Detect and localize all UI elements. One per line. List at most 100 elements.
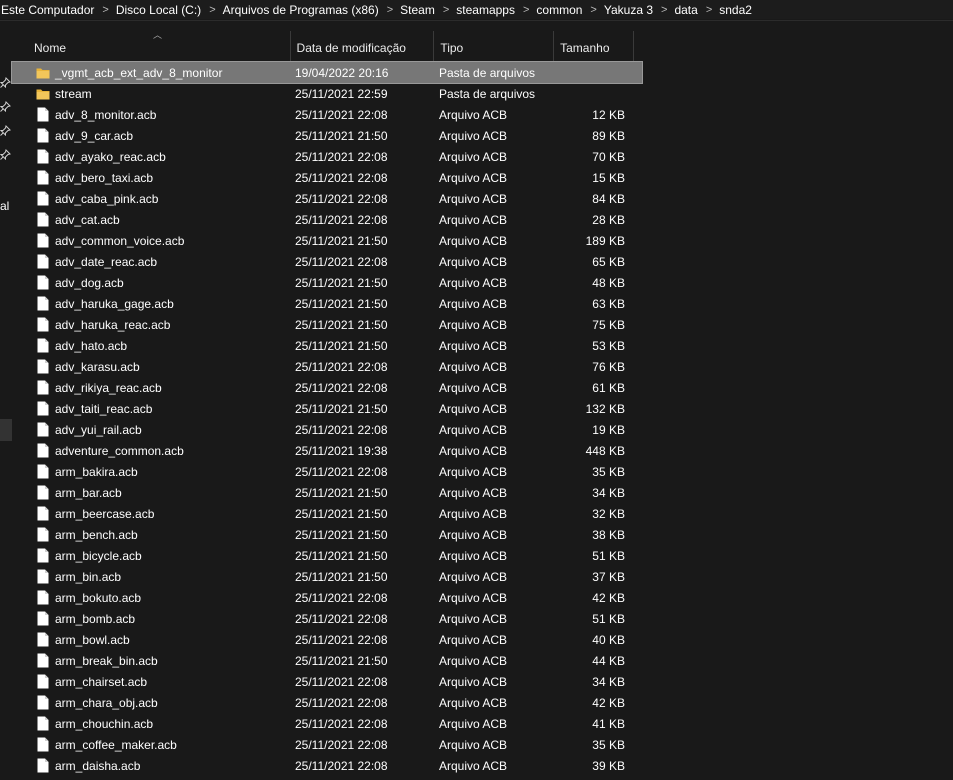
breadcrumb-separator[interactable]: > bbox=[654, 4, 674, 16]
column-date[interactable]: Data de modificação bbox=[291, 31, 435, 64]
table-row[interactable]: arm_bicycle.acb 25/11/2021 21:50 Arquivo A… bbox=[12, 545, 642, 566]
file-name: adv_haruka_reac.acb bbox=[12, 318, 291, 332]
table-row[interactable]: adv_yui_rail.acb 25/11/2021 22:08 Arquivo … bbox=[12, 419, 642, 440]
file-name-text: adv_rikiya_reac.acb bbox=[55, 380, 162, 395]
breadcrumb-separator[interactable]: > bbox=[583, 4, 603, 16]
table-row[interactable]: arm_chara_obj.acb 25/11/2021 22:08 Arquivo… bbox=[12, 692, 642, 713]
column-type-label: Tipo bbox=[440, 40, 464, 55]
breadcrumb[interactable]: Este Computador > Disco Local (C:) > Arquivo… bbox=[0, 0, 953, 19]
table-row[interactable]: arm_coffee_maker.acb 25/11/2021 22:08 Arqu… bbox=[12, 734, 642, 755]
table-row[interactable]: adv_dog.acb 25/11/2021 21:50 Arquivo ACB 48… bbox=[12, 272, 642, 293]
column-name[interactable]: ︿ Nome bbox=[12, 30, 291, 64]
column-header: ︿ Nome Data de modificação Tipo Tamanho bbox=[12, 30, 634, 64]
file-name: adventure_common.acb bbox=[12, 444, 291, 458]
table-row[interactable]: adv_taiti_reac.acb 25/11/2021 21:50 Arquiv… bbox=[12, 398, 642, 419]
file-date: 25/11/2021 22:08 bbox=[291, 465, 435, 479]
table-row[interactable]: arm_bowl.acb 25/11/2021 22:08 Arquivo ACB 4… bbox=[12, 629, 642, 650]
breadcrumb-item[interactable]: data bbox=[674, 3, 698, 17]
file-name-text: adv_caba_pink.acb bbox=[55, 191, 159, 206]
file-name-text: adv_karasu.acb bbox=[55, 359, 140, 374]
pin-icon[interactable] bbox=[0, 77, 11, 88]
folder-row[interactable]: _vgmt_acb_ext_adv_8_monitor 19/04/2022 20… bbox=[11, 61, 643, 84]
table-row[interactable]: adv_ayako_reac.acb 25/11/2021 22:08 Arquiv… bbox=[12, 146, 642, 167]
file-name: adv_haruka_gage.acb bbox=[12, 297, 291, 311]
breadcrumb-separator[interactable]: > bbox=[436, 4, 456, 16]
breadcrumb-item[interactable]: Disco Local (C:) bbox=[116, 3, 202, 17]
nav-selected-item[interactable] bbox=[0, 419, 12, 441]
file-type: Arquivo ACB bbox=[435, 213, 555, 227]
table-row[interactable]: arm_bokuto.acb 25/11/2021 22:08 Arquivo AC… bbox=[12, 587, 642, 608]
breadcrumb-item[interactable]: steamapps bbox=[456, 3, 516, 17]
breadcrumb-separator[interactable]: > bbox=[202, 4, 222, 16]
navigation-pane[interactable]: al bbox=[0, 21, 12, 780]
table-row[interactable]: arm_bomb.acb 25/11/2021 22:08 Arquivo ACB 5… bbox=[12, 608, 642, 629]
column-size[interactable]: Tamanho bbox=[554, 31, 634, 64]
table-row[interactable]: arm_break_bin.acb 25/11/2021 21:50 Arquivo… bbox=[12, 650, 642, 671]
file-size-text: 42 KB bbox=[592, 695, 625, 710]
file-list[interactable]: _vgmt_acb_ext_adv_8_monitor 19/04/2022 20… bbox=[11, 61, 643, 776]
table-row[interactable]: arm_beercase.acb 25/11/2021 21:50 Arquivo … bbox=[12, 503, 642, 524]
table-row[interactable]: arm_bin.acb 25/11/2021 21:50 Arquivo ACB 37… bbox=[12, 566, 642, 587]
file-icon bbox=[37, 653, 49, 668]
table-row[interactable]: adv_common_voice.acb 25/11/2021 21:50 Arqu… bbox=[12, 230, 642, 251]
file-date: 25/11/2021 22:08 bbox=[291, 738, 435, 752]
file-name: arm_bin.acb bbox=[12, 570, 291, 584]
breadcrumb-separator[interactable]: > bbox=[95, 4, 115, 16]
file-size: 48 KB bbox=[555, 276, 625, 290]
breadcrumb-item[interactable]: snda2 bbox=[719, 3, 753, 17]
pin-icon[interactable] bbox=[0, 125, 11, 136]
breadcrumb-separator[interactable]: > bbox=[380, 4, 400, 16]
breadcrumb-separator[interactable]: > bbox=[516, 4, 536, 16]
folder-row[interactable]: stream 25/11/2021 22:59 Pasta de arquivos bbox=[12, 83, 642, 104]
breadcrumb-item[interactable]: Yakuza 3 bbox=[604, 3, 654, 17]
table-row[interactable]: arm_bakira.acb 25/11/2021 22:08 Arquivo AC… bbox=[12, 461, 642, 482]
file-icon bbox=[37, 338, 49, 353]
file-name-text: stream bbox=[55, 86, 92, 101]
file-date-text: 25/11/2021 22:08 bbox=[295, 149, 388, 164]
file-type: Arquivo ACB bbox=[435, 675, 555, 689]
table-row[interactable]: arm_daisha.acb 25/11/2021 22:08 Arquivo AC… bbox=[12, 755, 642, 776]
file-size-text: 34 KB bbox=[592, 674, 625, 689]
file-date-text: 25/11/2021 21:50 bbox=[295, 485, 388, 500]
table-row[interactable]: arm_bench.acb 25/11/2021 21:50 Arquivo ACB… bbox=[12, 524, 642, 545]
pin-icon[interactable] bbox=[0, 149, 11, 160]
file-name-text: adv_bero_taxi.acb bbox=[55, 170, 154, 185]
file-name-text: arm_bicycle.acb bbox=[55, 548, 142, 563]
file-type-text: Arquivo ACB bbox=[439, 590, 508, 605]
table-row[interactable]: adv_cat.acb 25/11/2021 22:08 Arquivo ACB 28… bbox=[12, 209, 642, 230]
nav-item-label[interactable]: al bbox=[0, 199, 9, 213]
file-date: 25/11/2021 22:08 bbox=[291, 591, 435, 605]
table-row[interactable]: adv_haruka_gage.acb 25/11/2021 21:50 Arqui… bbox=[12, 293, 642, 314]
file-name: arm_chouchin.acb bbox=[12, 717, 291, 731]
table-row[interactable]: adv_rikiya_reac.acb 25/11/2021 22:08 Arqui… bbox=[12, 377, 642, 398]
table-row[interactable]: adv_date_reac.acb 25/11/2021 22:08 Arquivo… bbox=[12, 251, 642, 272]
breadcrumb-item[interactable]: Steam bbox=[400, 3, 436, 17]
table-row[interactable]: arm_bar.acb 25/11/2021 21:50 Arquivo ACB 34… bbox=[12, 482, 642, 503]
file-type: Arquivo ACB bbox=[435, 633, 555, 647]
file-type: Arquivo ACB bbox=[435, 318, 555, 332]
file-icon bbox=[37, 464, 49, 479]
file-date: 25/11/2021 22:59 bbox=[291, 87, 435, 101]
breadcrumb-item[interactable]: Este Computador bbox=[1, 3, 95, 17]
file-date: 25/11/2021 22:08 bbox=[291, 423, 435, 437]
table-row[interactable]: adventure_common.acb 25/11/2021 19:38 Arqu… bbox=[12, 440, 642, 461]
file-size-text: 19 KB bbox=[592, 422, 625, 437]
file-list-pane[interactable]: ︿ Nome Data de modificação Tipo Tamanho … bbox=[11, 21, 953, 780]
file-icon bbox=[37, 380, 49, 395]
column-type[interactable]: Tipo bbox=[434, 31, 555, 64]
table-row[interactable]: arm_chairset.acb 25/11/2021 22:08 Arquivo … bbox=[12, 671, 642, 692]
table-row[interactable]: adv_caba_pink.acb 25/11/2021 22:08 Arquivo… bbox=[12, 188, 642, 209]
table-row[interactable]: adv_8_monitor.acb 25/11/2021 22:08 Arquivo… bbox=[12, 104, 642, 125]
table-row[interactable]: adv_bero_taxi.acb 25/11/2021 22:08 Arquivo… bbox=[12, 167, 642, 188]
table-row[interactable]: arm_chouchin.acb 25/11/2021 22:08 Arquivo … bbox=[12, 713, 642, 734]
table-row[interactable]: adv_hato.acb 25/11/2021 21:50 Arquivo ACB 5… bbox=[12, 335, 642, 356]
table-row[interactable]: adv_karasu.acb 25/11/2021 22:08 Arquivo AC… bbox=[12, 356, 642, 377]
breadcrumb-separator[interactable]: > bbox=[699, 4, 719, 16]
table-row[interactable]: adv_haruka_reac.acb 25/11/2021 21:50 Arqui… bbox=[12, 314, 642, 335]
pin-icon[interactable] bbox=[0, 101, 11, 112]
breadcrumb-item[interactable]: common bbox=[536, 3, 583, 17]
file-type: Arquivo ACB bbox=[435, 192, 555, 206]
file-type: Arquivo ACB bbox=[435, 759, 555, 773]
table-row[interactable]: adv_9_car.acb 25/11/2021 21:50 Arquivo ACB… bbox=[12, 125, 642, 146]
breadcrumb-item[interactable]: Arquivos de Programas (x86) bbox=[223, 3, 380, 17]
